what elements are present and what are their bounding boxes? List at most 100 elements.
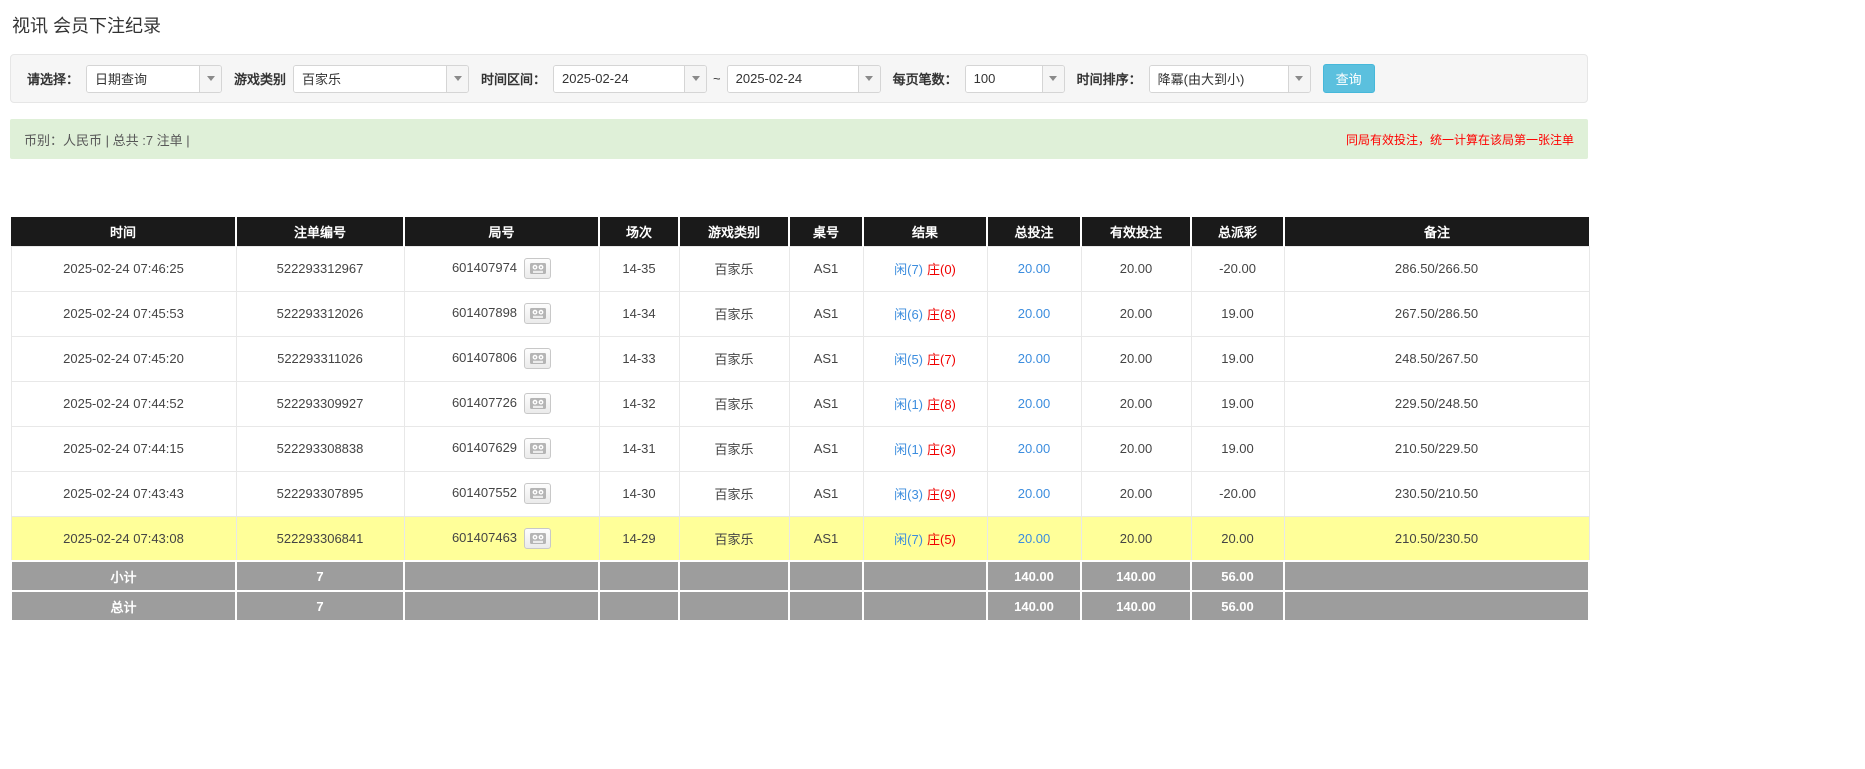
cell-total-bet: 20.00 bbox=[987, 516, 1081, 561]
sort-dropdown-button[interactable] bbox=[1288, 66, 1310, 92]
chevron-down-icon bbox=[692, 76, 700, 81]
cell-payout: 19.00 bbox=[1191, 291, 1284, 336]
col-header-bet-id: 注单编号 bbox=[236, 217, 404, 246]
round-number: 601407726 bbox=[452, 395, 517, 410]
col-header-round: 局号 bbox=[404, 217, 599, 246]
date-from-dropdown-button[interactable] bbox=[684, 66, 706, 92]
date-range-separator: ~ bbox=[713, 71, 721, 86]
cell-round: 601407726 bbox=[404, 381, 599, 426]
round-number: 601407806 bbox=[452, 350, 517, 365]
query-type-select[interactable] bbox=[86, 65, 222, 93]
video-replay-button[interactable] bbox=[524, 528, 551, 549]
summary-label: 小计 bbox=[11, 561, 236, 591]
cell-result: 闲(5)庄(7) bbox=[863, 336, 987, 381]
game-type-group: 游戏类别 bbox=[234, 65, 469, 93]
result-player: 闲(7) bbox=[894, 532, 923, 547]
table-row: 2025-02-24 07:46:25 522293312967 6014079… bbox=[11, 246, 1589, 291]
summary-empty-cell bbox=[863, 561, 987, 591]
total-bet-link[interactable]: 20.00 bbox=[1018, 261, 1051, 276]
game-type-input[interactable] bbox=[294, 66, 446, 92]
film-icon bbox=[530, 397, 546, 410]
cell-total-bet: 20.00 bbox=[987, 426, 1081, 471]
sort-select[interactable] bbox=[1149, 65, 1311, 93]
cell-round: 601407552 bbox=[404, 471, 599, 516]
summary-valid-bet: 140.00 bbox=[1081, 561, 1191, 591]
col-header-total-bet: 总投注 bbox=[987, 217, 1081, 246]
summary-label: 总计 bbox=[11, 591, 236, 621]
date-range-label: 时间区间： bbox=[481, 69, 546, 88]
query-type-dropdown-button[interactable] bbox=[199, 66, 221, 92]
total-bet-link[interactable]: 20.00 bbox=[1018, 351, 1051, 366]
date-to-input[interactable] bbox=[728, 66, 858, 92]
result-banker: 庄(8) bbox=[927, 397, 956, 412]
col-header-session: 场次 bbox=[599, 217, 679, 246]
result-banker: 庄(3) bbox=[927, 442, 956, 457]
video-replay-button[interactable] bbox=[524, 438, 551, 459]
table-row: 2025-02-24 07:45:53 522293312026 6014078… bbox=[11, 291, 1589, 336]
date-from-input[interactable] bbox=[554, 66, 684, 92]
cell-remark: 248.50/267.50 bbox=[1284, 336, 1589, 381]
cell-result: 闲(7)庄(5) bbox=[863, 516, 987, 561]
cell-session: 14-33 bbox=[599, 336, 679, 381]
table-row: 2025-02-24 07:44:15 522293308838 6014076… bbox=[11, 426, 1589, 471]
cell-round: 601407898 bbox=[404, 291, 599, 336]
total-bet-link[interactable]: 20.00 bbox=[1018, 531, 1051, 546]
cell-total-bet: 20.00 bbox=[987, 471, 1081, 516]
game-type-dropdown-button[interactable] bbox=[446, 66, 468, 92]
page-size-dropdown-button[interactable] bbox=[1042, 66, 1064, 92]
date-to-picker[interactable] bbox=[727, 65, 881, 93]
round-number: 601407974 bbox=[452, 260, 517, 275]
page-size-select[interactable] bbox=[965, 65, 1065, 93]
total-bet-link[interactable]: 20.00 bbox=[1018, 306, 1051, 321]
page-container: 视讯 会员下注纪录 请选择： 游戏类别 时间区间： ~ bbox=[10, 0, 1588, 622]
cell-time: 2025-02-24 07:46:25 bbox=[11, 246, 236, 291]
cell-bet-id: 522293306841 bbox=[236, 516, 404, 561]
total-bet-link[interactable]: 20.00 bbox=[1018, 396, 1051, 411]
total-bet-link[interactable]: 20.00 bbox=[1018, 441, 1051, 456]
game-type-select[interactable] bbox=[293, 65, 469, 93]
result-player: 闲(1) bbox=[894, 442, 923, 457]
page-size-input[interactable] bbox=[966, 66, 1042, 92]
date-from-picker[interactable] bbox=[553, 65, 707, 93]
summary-empty-cell bbox=[404, 591, 599, 621]
cell-remark: 267.50/286.50 bbox=[1284, 291, 1589, 336]
video-replay-button[interactable] bbox=[524, 258, 551, 279]
summary-empty-cell bbox=[1284, 561, 1589, 591]
cell-payout: -20.00 bbox=[1191, 471, 1284, 516]
cell-payout: 20.00 bbox=[1191, 516, 1284, 561]
summary-empty-cell bbox=[599, 591, 679, 621]
table-row: 2025-02-24 07:43:08 522293306841 6014074… bbox=[11, 516, 1589, 561]
total-bet-link[interactable]: 20.00 bbox=[1018, 486, 1051, 501]
page-size-label: 每页笔数： bbox=[893, 69, 958, 88]
cell-game: 百家乐 bbox=[679, 291, 789, 336]
cell-remark: 229.50/248.50 bbox=[1284, 381, 1589, 426]
cell-bet-id: 522293307895 bbox=[236, 471, 404, 516]
cell-valid-bet: 20.00 bbox=[1081, 381, 1191, 426]
cell-bet-id: 522293311026 bbox=[236, 336, 404, 381]
cell-time: 2025-02-24 07:43:08 bbox=[11, 516, 236, 561]
round-number: 601407629 bbox=[452, 440, 517, 455]
video-replay-button[interactable] bbox=[524, 303, 551, 324]
video-replay-button[interactable] bbox=[524, 348, 551, 369]
cell-table: AS1 bbox=[789, 291, 863, 336]
film-icon bbox=[530, 442, 546, 455]
table-row: 2025-02-24 07:43:43 522293307895 6014075… bbox=[11, 471, 1589, 516]
search-button[interactable]: 查询 bbox=[1323, 64, 1375, 93]
cell-bet-id: 522293309927 bbox=[236, 381, 404, 426]
query-type-input[interactable] bbox=[87, 66, 199, 92]
cell-game: 百家乐 bbox=[679, 246, 789, 291]
result-banker: 庄(8) bbox=[927, 307, 956, 322]
date-to-dropdown-button[interactable] bbox=[858, 66, 880, 92]
cell-round: 601407806 bbox=[404, 336, 599, 381]
video-replay-button[interactable] bbox=[524, 393, 551, 414]
col-header-remark: 备注 bbox=[1284, 217, 1589, 246]
cell-result: 闲(7)庄(0) bbox=[863, 246, 987, 291]
result-banker: 庄(9) bbox=[927, 487, 956, 502]
sort-input[interactable] bbox=[1150, 66, 1288, 92]
chevron-down-icon bbox=[454, 76, 462, 81]
cell-valid-bet: 20.00 bbox=[1081, 336, 1191, 381]
result-player: 闲(5) bbox=[894, 352, 923, 367]
date-range-group: 时间区间： ~ bbox=[481, 65, 881, 93]
video-replay-button[interactable] bbox=[524, 483, 551, 504]
film-icon bbox=[530, 262, 546, 275]
